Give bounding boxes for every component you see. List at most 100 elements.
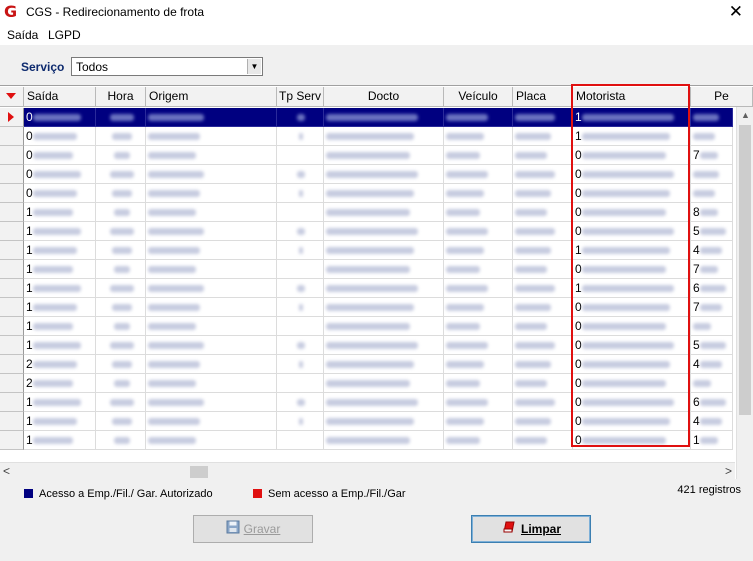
row-header[interactable] <box>0 279 24 298</box>
table-cell[interactable] <box>324 108 444 127</box>
table-cell[interactable] <box>146 146 277 165</box>
table-cell[interactable] <box>444 393 513 412</box>
row-header[interactable] <box>0 412 24 431</box>
table-cell[interactable] <box>277 431 324 450</box>
table-cell[interactable]: 1 <box>573 127 691 146</box>
table-cell[interactable]: 0 <box>573 184 691 203</box>
table-cell[interactable]: 0 <box>573 260 691 279</box>
table-cell[interactable] <box>324 298 444 317</box>
horizontal-scroll-thumb[interactable] <box>190 466 208 478</box>
table-cell[interactable] <box>691 108 733 127</box>
table-cell[interactable] <box>146 260 277 279</box>
table-cell[interactable]: 0 <box>24 184 96 203</box>
table-cell[interactable] <box>146 412 277 431</box>
table-cell[interactable] <box>691 374 733 393</box>
table-row[interactable]: 1 1 4 <box>0 241 733 260</box>
table-cell[interactable] <box>513 431 573 450</box>
service-select[interactable]: Todos ▼ <box>71 57 263 76</box>
table-cell[interactable] <box>513 298 573 317</box>
table-cell[interactable] <box>96 184 146 203</box>
table-row[interactable]: 00 <box>0 184 733 203</box>
table-cell[interactable]: 4 <box>691 355 733 374</box>
table-cell[interactable]: 1 <box>24 393 96 412</box>
table-cell[interactable] <box>277 222 324 241</box>
table-cell[interactable] <box>96 279 146 298</box>
table-cell[interactable]: 0 <box>573 412 691 431</box>
row-header[interactable] <box>0 146 24 165</box>
table-cell[interactable] <box>324 127 444 146</box>
table-cell[interactable] <box>277 127 324 146</box>
col-motorista[interactable]: Motorista <box>573 87 691 107</box>
table-cell[interactable] <box>277 279 324 298</box>
row-header[interactable] <box>0 374 24 393</box>
table-cell[interactable] <box>324 393 444 412</box>
table-cell[interactable] <box>513 241 573 260</box>
table-cell[interactable]: 6 <box>691 279 733 298</box>
table-cell[interactable] <box>324 222 444 241</box>
table-row[interactable]: 10 <box>0 317 733 336</box>
table-cell[interactable]: 1 <box>24 279 96 298</box>
table-cell[interactable] <box>691 127 733 146</box>
table-cell[interactable] <box>96 203 146 222</box>
table-cell[interactable] <box>324 203 444 222</box>
row-header[interactable] <box>0 355 24 374</box>
table-cell[interactable]: 0 <box>573 336 691 355</box>
table-cell[interactable] <box>324 317 444 336</box>
table-cell[interactable]: 5 <box>691 222 733 241</box>
table-cell[interactable]: 1 <box>24 412 96 431</box>
table-cell[interactable] <box>444 184 513 203</box>
table-cell[interactable]: 1 <box>24 317 96 336</box>
table-cell[interactable] <box>96 298 146 317</box>
table-cell[interactable] <box>277 260 324 279</box>
table-cell[interactable]: 6 <box>691 393 733 412</box>
table-cell[interactable] <box>146 108 277 127</box>
table-cell[interactable] <box>277 108 324 127</box>
table-cell[interactable]: 0 <box>573 165 691 184</box>
table-cell[interactable] <box>444 127 513 146</box>
table-row[interactable]: 00 <box>0 165 733 184</box>
table-cell[interactable]: 1 <box>24 203 96 222</box>
table-cell[interactable]: 1 <box>24 431 96 450</box>
table-cell[interactable]: 1 <box>24 222 96 241</box>
table-cell[interactable]: 0 <box>24 146 96 165</box>
table-cell[interactable]: 2 <box>24 374 96 393</box>
table-cell[interactable] <box>146 184 277 203</box>
table-cell[interactable] <box>96 146 146 165</box>
table-cell[interactable] <box>146 317 277 336</box>
table-cell[interactable]: 1 <box>24 241 96 260</box>
table-cell[interactable] <box>324 165 444 184</box>
menu-saida[interactable]: Saída <box>7 28 38 42</box>
table-cell[interactable] <box>146 241 277 260</box>
table-row[interactable]: 1 0 1 <box>0 431 733 450</box>
table-cell[interactable] <box>513 336 573 355</box>
table-cell[interactable] <box>513 260 573 279</box>
table-cell[interactable] <box>513 374 573 393</box>
table-cell[interactable] <box>96 431 146 450</box>
table-cell[interactable]: 0 <box>24 108 96 127</box>
table-cell[interactable] <box>444 317 513 336</box>
table-row[interactable]: 1 0 4 <box>0 412 733 431</box>
table-cell[interactable]: 1 <box>573 108 691 127</box>
table-cell[interactable] <box>146 298 277 317</box>
table-cell[interactable]: 8 <box>691 203 733 222</box>
table-cell[interactable]: 7 <box>691 260 733 279</box>
table-cell[interactable] <box>146 431 277 450</box>
table-cell[interactable] <box>324 184 444 203</box>
table-cell[interactable]: 0 <box>573 374 691 393</box>
table-cell[interactable] <box>444 374 513 393</box>
table-cell[interactable]: 0 <box>573 146 691 165</box>
table-cell[interactable]: 0 <box>573 355 691 374</box>
table-cell[interactable] <box>277 374 324 393</box>
table-cell[interactable]: 4 <box>691 412 733 431</box>
table-cell[interactable] <box>277 165 324 184</box>
table-cell[interactable] <box>324 146 444 165</box>
table-cell[interactable] <box>324 241 444 260</box>
table-cell[interactable] <box>146 279 277 298</box>
chevron-down-icon[interactable]: ▼ <box>247 59 261 74</box>
row-header[interactable] <box>0 222 24 241</box>
table-cell[interactable] <box>146 222 277 241</box>
save-button[interactable]: Gravar <box>193 515 313 543</box>
table-cell[interactable] <box>513 165 573 184</box>
table-cell[interactable] <box>96 355 146 374</box>
col-docto[interactable]: Docto <box>324 87 444 107</box>
